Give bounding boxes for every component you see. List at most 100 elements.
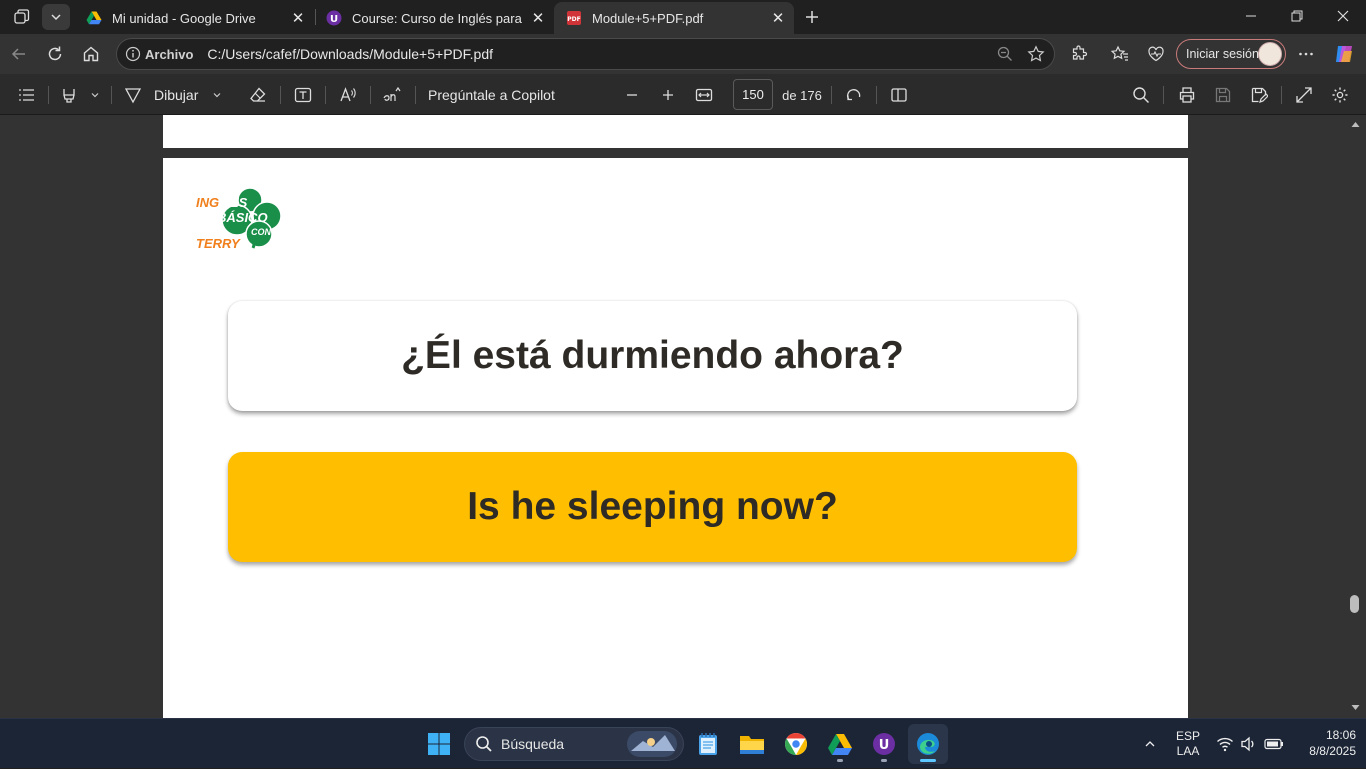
tab-actions-chevron-icon[interactable] [42, 4, 70, 30]
home-icon[interactable] [76, 39, 106, 69]
search-icon [476, 736, 492, 752]
close-window-icon[interactable] [1320, 0, 1366, 32]
svg-text:PDF: PDF [567, 16, 580, 23]
english-answer-card: Is he sleeping now? [228, 452, 1077, 562]
minimize-icon[interactable] [1228, 0, 1274, 32]
wifi-icon[interactable] [1214, 719, 1236, 769]
print-icon[interactable] [1174, 82, 1200, 108]
file-explorer-icon[interactable] [732, 724, 772, 764]
toolbar-divider [325, 86, 326, 104]
zoom-in-plus-icon[interactable] [655, 82, 681, 108]
toolbar-divider [48, 86, 49, 104]
keyboard-layout: LAA [1176, 744, 1200, 758]
windows-taskbar: Búsqueda U ESP LAA 18:06 8/8/2025 [0, 718, 1366, 768]
favorite-star-icon[interactable] [1027, 45, 1045, 66]
clock[interactable]: 18:06 8/8/2025 [1290, 727, 1356, 759]
eraser-icon[interactable] [245, 82, 271, 108]
page-number-input[interactable]: 150 [733, 79, 773, 110]
input-language-indicator[interactable]: ESP LAA [1170, 719, 1206, 769]
rotate-icon[interactable] [841, 82, 867, 108]
translate-icon[interactable] [380, 82, 406, 108]
find-search-icon[interactable] [1128, 82, 1154, 108]
svg-text:U: U [330, 14, 338, 25]
highlight-icon[interactable] [56, 82, 82, 108]
google-chrome-icon[interactable] [776, 724, 816, 764]
close-tab-icon[interactable]: ✕ [526, 6, 550, 30]
fit-to-width-icon[interactable] [691, 82, 717, 108]
pdf-page: ING LÉS BÁSICO CON TERRY ¿Él está durmie… [163, 158, 1188, 718]
pdf-viewer[interactable]: ING LÉS BÁSICO CON TERRY ¿Él está durmie… [0, 115, 1366, 718]
battery-icon[interactable] [1262, 719, 1286, 769]
show-hidden-icons-chevron-icon[interactable] [1138, 719, 1162, 769]
zoom-out-minus-icon[interactable] [619, 82, 645, 108]
more-options-icon[interactable] [1291, 39, 1321, 69]
signin-button[interactable]: Iniciar sesión [1176, 39, 1286, 69]
svg-text:BÁSICO: BÁSICO [217, 210, 268, 225]
svg-text:U: U [879, 738, 890, 753]
avatar [1258, 42, 1282, 66]
language-code: ESP [1175, 729, 1200, 743]
toolbar-divider [1163, 86, 1164, 104]
microsoft-edge-icon[interactable] [908, 724, 948, 764]
google-drive-taskbar-icon[interactable] [820, 724, 860, 764]
zoom-out-icon[interactable] [996, 45, 1014, 66]
spanish-question-text: ¿Él está durmiendo ahora? [401, 334, 904, 377]
tab-course[interactable]: U Course: Curso de Inglés para principia… [314, 2, 554, 34]
page-view-icon[interactable] [886, 82, 912, 108]
settings-gear-icon[interactable] [1327, 82, 1353, 108]
new-tab-icon[interactable] [798, 4, 826, 30]
google-drive-icon [86, 11, 102, 25]
svg-text:CON: CON [251, 227, 272, 237]
toolbar-divider [415, 86, 416, 104]
ask-copilot-label: Pregúntale a Copilot [428, 87, 555, 103]
draw-button[interactable]: Dibujar [124, 82, 228, 108]
tab-pdf[interactable]: PDF Module+5+PDF.pdf ✕ [554, 2, 794, 34]
read-aloud-icon[interactable] [335, 82, 361, 108]
copilot-icon[interactable] [1329, 39, 1359, 69]
udemy-taskbar-icon[interactable]: U [864, 724, 904, 764]
taskbar-search-box[interactable]: Búsqueda [464, 727, 684, 761]
extensions-icon[interactable] [1064, 39, 1094, 69]
workspaces-icon[interactable] [8, 4, 36, 30]
notepad-icon[interactable] [688, 724, 728, 764]
pdf-file-icon: PDF [567, 11, 581, 25]
address-bar[interactable]: Archivo C:/Users/cafef/Downloads/Module+… [116, 38, 1055, 70]
spanish-question-card: ¿Él está durmiendo ahora? [228, 301, 1077, 411]
draw-pen-icon [124, 88, 142, 104]
volume-icon[interactable] [1238, 719, 1260, 769]
fullscreen-icon[interactable] [1291, 82, 1317, 108]
close-tab-icon[interactable]: ✕ [286, 6, 310, 30]
pdf-toolbar: Dibujar Pregúntale a Copilot 150 de 176 [0, 74, 1366, 115]
save-as-icon[interactable] [1246, 82, 1272, 108]
running-indicator [837, 759, 843, 762]
refresh-icon[interactable] [40, 39, 70, 69]
restore-icon[interactable] [1274, 0, 1320, 32]
table-of-contents-icon[interactable] [14, 82, 40, 108]
svg-text:TERRY: TERRY [196, 236, 241, 251]
back-arrow-icon[interactable] [4, 39, 34, 69]
toolbar-divider [370, 86, 371, 104]
toolbar-divider [280, 86, 281, 104]
site-info-button[interactable]: Archivo [125, 46, 193, 62]
highlight-options-chevron-icon[interactable] [86, 82, 104, 108]
url-text[interactable]: C:/Users/cafef/Downloads/Module+5+PDF.pd… [207, 46, 493, 62]
navigation-bar: Archivo C:/Users/cafef/Downloads/Module+… [0, 34, 1366, 74]
tab-title: Module+5+PDF.pdf [592, 10, 704, 26]
browser-essentials-icon[interactable] [1141, 39, 1171, 69]
search-placeholder: Búsqueda [501, 736, 565, 752]
tab-google-drive[interactable]: Mi unidad - Google Drive ✕ [74, 2, 314, 34]
ask-copilot-button[interactable]: Pregúntale a Copilot [428, 82, 568, 108]
add-text-icon[interactable] [290, 82, 316, 108]
running-indicator [920, 759, 936, 762]
start-windows-icon[interactable] [419, 724, 459, 764]
vertical-scrollbar[interactable] [1346, 115, 1366, 718]
scrollbar-thumb[interactable] [1350, 595, 1359, 613]
previous-page [163, 115, 1188, 148]
running-indicator [881, 759, 887, 762]
save-icon[interactable] [1210, 82, 1236, 108]
close-tab-icon[interactable]: ✕ [766, 6, 790, 30]
udemy-icon: U [326, 10, 342, 26]
favorites-icon[interactable] [1105, 39, 1135, 69]
search-highlight-image-icon [627, 731, 677, 757]
draw-options-chevron-icon [213, 93, 221, 98]
